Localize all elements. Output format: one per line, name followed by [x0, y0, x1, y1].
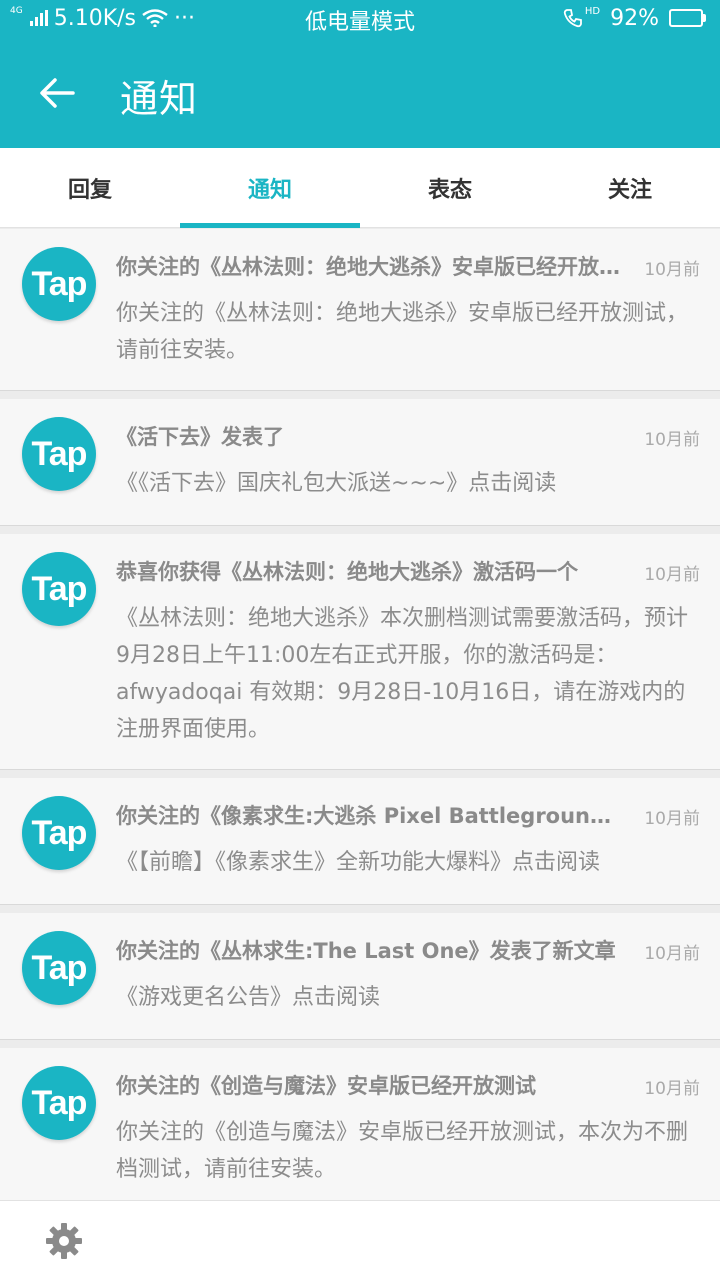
notification-title: 你关注的《丛林法则：绝地大逃杀》安卓版已经开放测试 [116, 255, 626, 279]
notification-time: 10月前 [644, 944, 700, 964]
notification-title: 你关注的《像素求生:大逃杀 Pixel Battlegrounds》 [116, 804, 626, 828]
notification-item[interactable]: Tap 恭喜你获得《丛林法则：绝地大逃杀》激活码一个 10月前 《丛林法则：绝地… [0, 534, 720, 770]
title-bar: 通知 [0, 36, 720, 148]
battery-icon [669, 9, 706, 27]
app-root: 4G 5.10K/s ··· 低电量模式 HD 92% 通知 回复 通知 表态 … [0, 0, 720, 1280]
tap-avatar[interactable]: Tap [22, 796, 96, 870]
notification-body: 你关注的《丛林法则：绝地大逃杀》安卓版已经开放测试，请前往安装。 [116, 301, 689, 363]
tab-bar: 回复 通知 表态 关注 [0, 148, 720, 228]
tap-avatar[interactable]: Tap [22, 1066, 96, 1140]
hd-label: HD [584, 6, 601, 17]
status-bar: 4G 5.10K/s ··· 低电量模式 HD 92% [0, 0, 720, 36]
notification-body: 《游戏更名公告》点击阅读 [116, 985, 381, 1010]
status-right: HD 92% [562, 0, 706, 36]
notification-body: 《丛林法则：绝地大逃杀》本次删档测试需要激活码，预计9月28日上午11:00左右… [116, 606, 689, 742]
bottom-bar [0, 1200, 720, 1280]
page-title: 通知 [120, 77, 199, 121]
notification-title: 恭喜你获得《丛林法则：绝地大逃杀》激活码一个 [116, 560, 578, 584]
tab-follow[interactable]: 关注 [540, 148, 720, 228]
tap-avatar[interactable]: Tap [22, 931, 96, 1005]
notification-body: 《《活下去》国庆礼包大派送~~~》点击阅读 [116, 471, 557, 496]
call-hd-icon: HD [562, 6, 601, 29]
notification-title: 你关注的《创造与魔法》安卓版已经开放测试 [116, 1074, 536, 1098]
notification-time: 10月前 [644, 809, 700, 829]
notification-time: 10月前 [644, 430, 700, 450]
tap-avatar[interactable]: Tap [22, 417, 96, 491]
tap-avatar[interactable]: Tap [22, 552, 96, 626]
notification-list: Tap 你关注的《丛林法则：绝地大逃杀》安卓版已经开放测试 10月前 你关注的《… [0, 229, 720, 1200]
arrow-left-icon [40, 78, 75, 108]
notification-body: 《【前瞻】《像素求生》全新功能大爆料》点击阅读 [116, 850, 601, 875]
notification-time: 10月前 [644, 1079, 700, 1099]
tab-reply[interactable]: 回复 [0, 148, 180, 228]
notification-title: 《活下去》发表了 [116, 425, 284, 449]
notification-item[interactable]: Tap 你关注的《丛林法则：绝地大逃杀》安卓版已经开放测试 10月前 你关注的《… [0, 229, 720, 391]
settings-gear-icon[interactable] [44, 1221, 84, 1261]
tab-reactions[interactable]: 表态 [360, 148, 540, 228]
notification-body: 你关注的《创造与魔法》安卓版已经开放测试，本次为不删档测试，请前往安装。 [116, 1120, 689, 1182]
tab-notifications[interactable]: 通知 [180, 148, 360, 228]
notification-item[interactable]: Tap 你关注的《丛林求生:The Last One》发表了新文章 10月前 《… [0, 913, 720, 1040]
notification-item[interactable]: Tap 你关注的《像素求生:大逃杀 Pixel Battlegrounds》 1… [0, 778, 720, 905]
notification-time: 10月前 [644, 260, 700, 280]
tap-avatar[interactable]: Tap [22, 247, 96, 321]
notification-item[interactable]: Tap 你关注的《创造与魔法》安卓版已经开放测试 10月前 你关注的《创造与魔法… [0, 1048, 720, 1200]
back-button[interactable] [34, 70, 80, 116]
notification-title: 你关注的《丛林求生:The Last One》发表了新文章 [116, 939, 616, 963]
notification-item[interactable]: Tap 《活下去》发表了 10月前 《《活下去》国庆礼包大派送~~~》点击阅读 [0, 399, 720, 526]
battery-percent: 92% [610, 5, 659, 31]
notification-time: 10月前 [644, 565, 700, 585]
